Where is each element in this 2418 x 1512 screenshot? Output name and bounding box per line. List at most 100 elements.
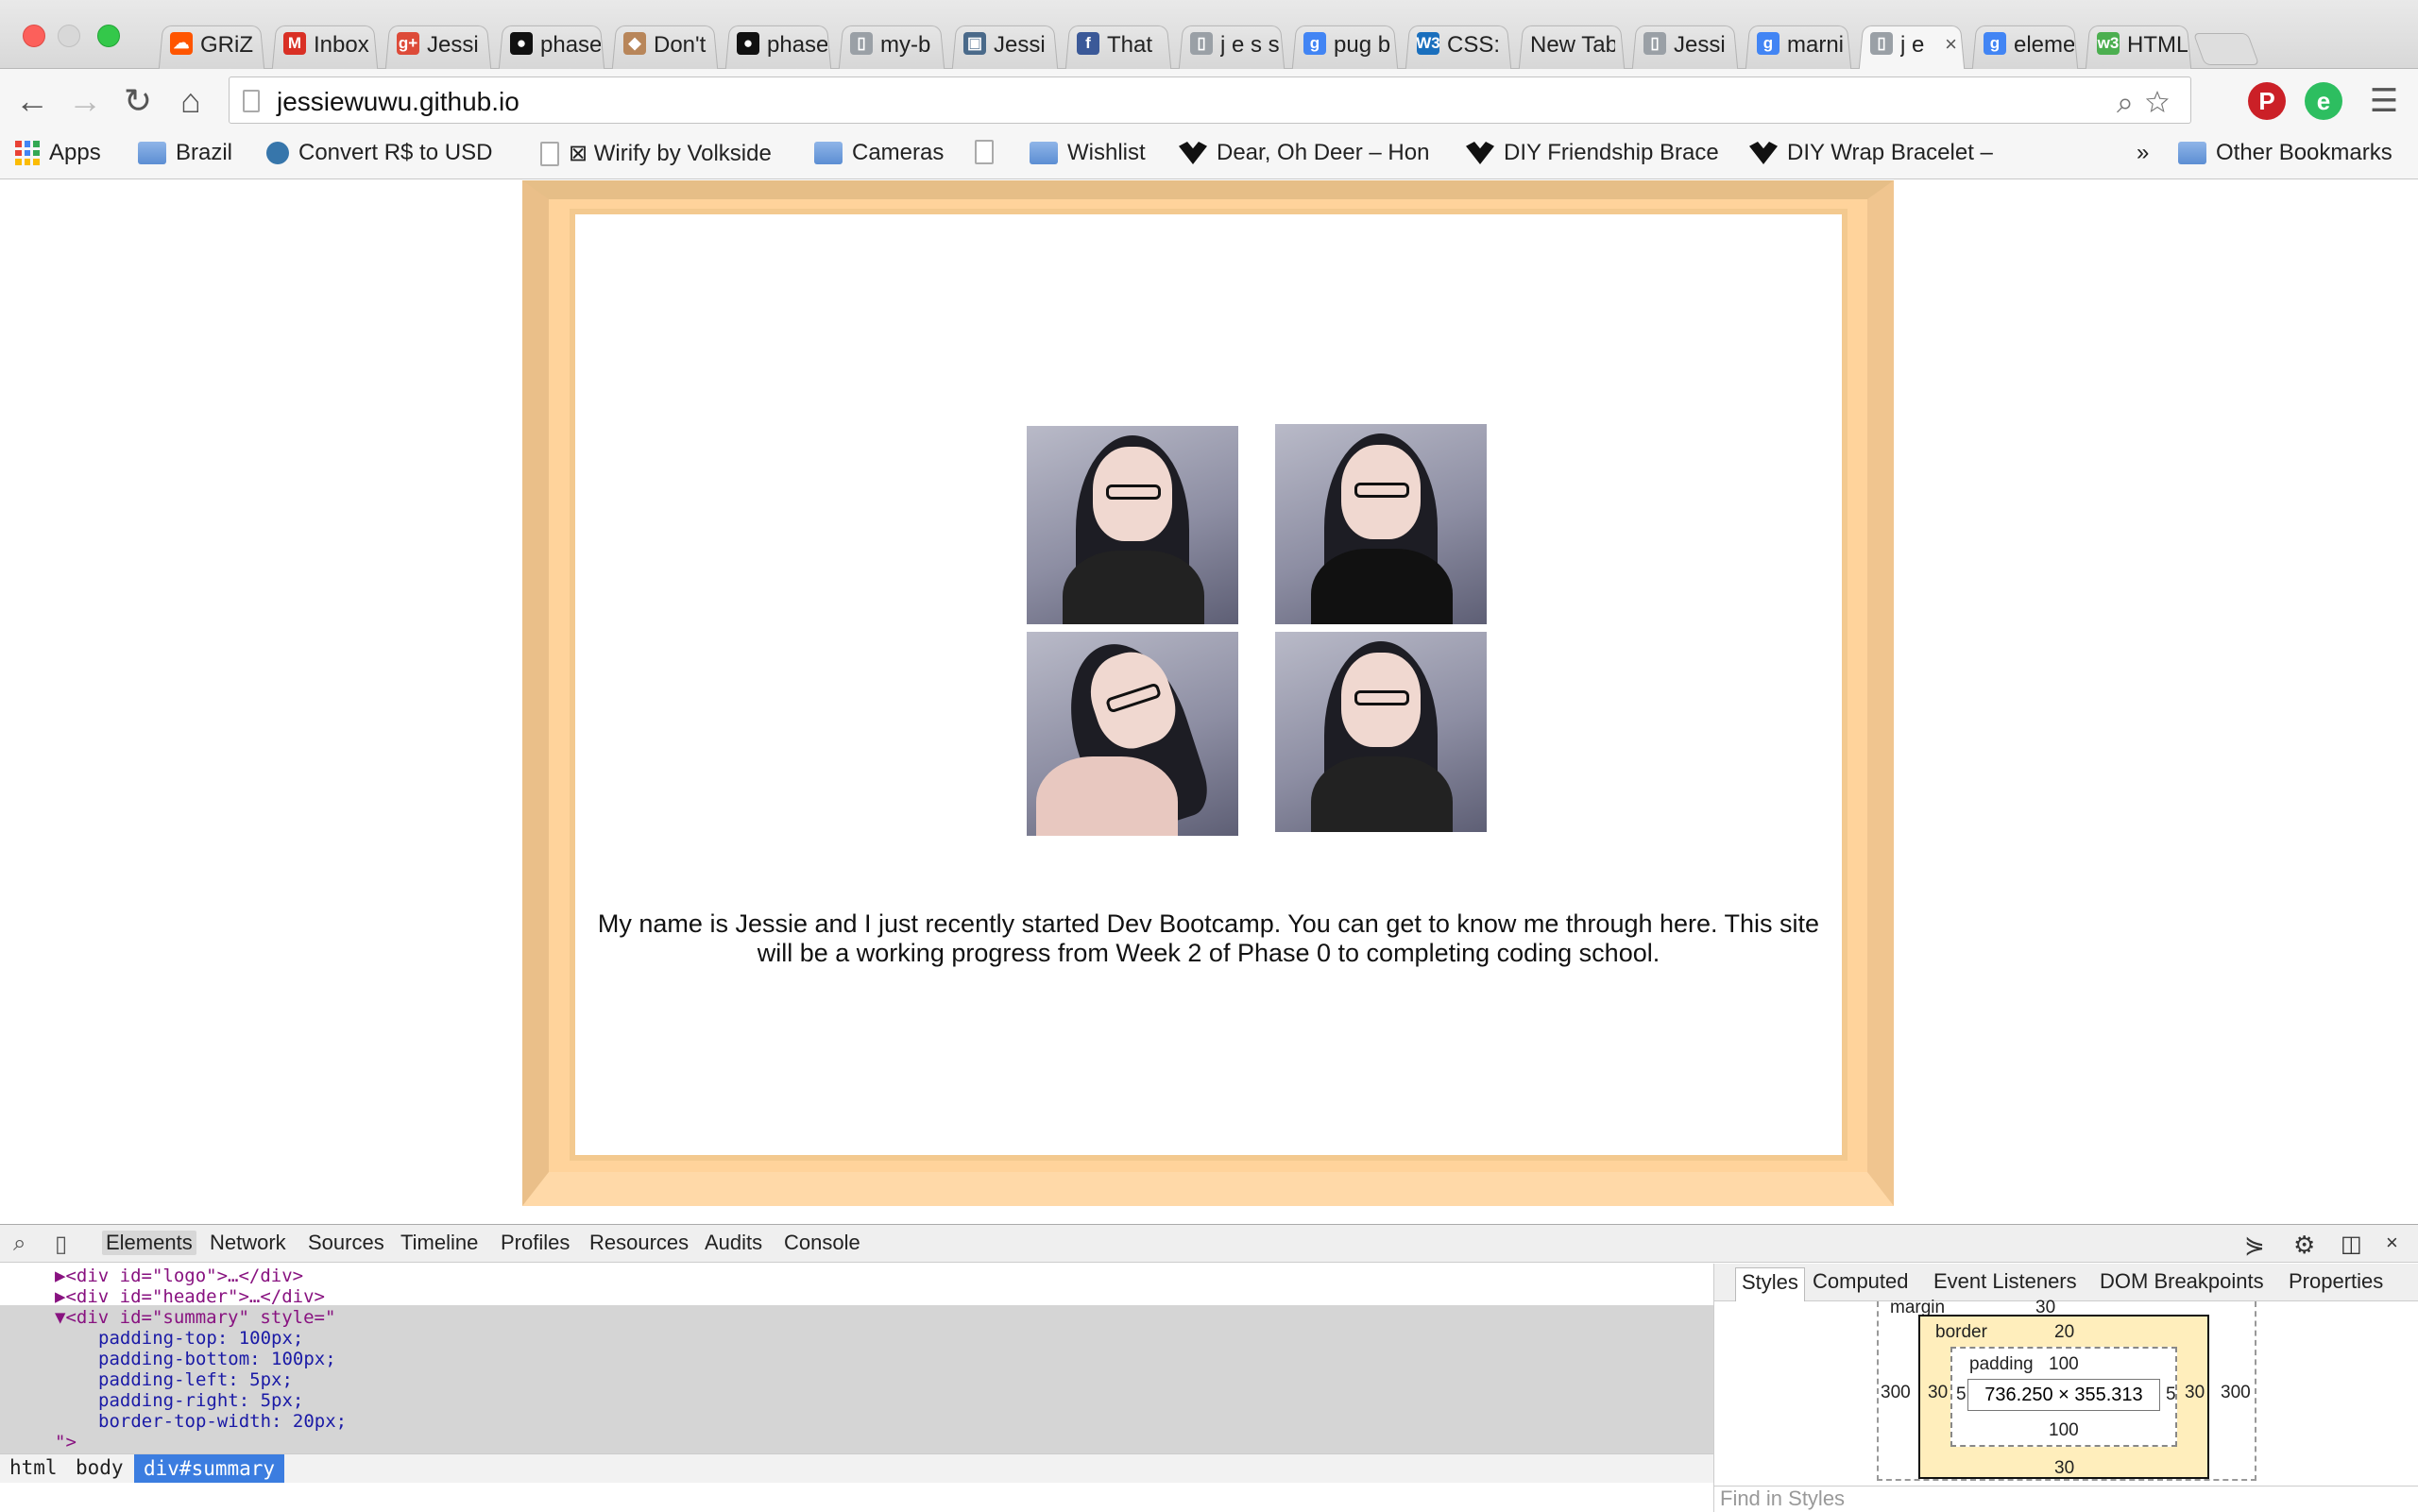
search-icon[interactable]: ⌕ bbox=[2117, 85, 2145, 119]
styles-tab[interactable]: Styles bbox=[1735, 1267, 1805, 1301]
border-top-value[interactable]: 20 bbox=[2054, 1322, 2074, 1343]
browser-tab[interactable]: g marni bbox=[1740, 21, 1857, 69]
browser-tab[interactable]: ◆ Don't bbox=[606, 21, 724, 69]
browser-tab[interactable]: f That bbox=[1060, 21, 1177, 69]
bookmark-label: Convert R$ to USD bbox=[298, 140, 493, 165]
browser-tab[interactable]: New Tab bbox=[1513, 21, 1630, 69]
bookmark-label: Cameras bbox=[852, 140, 945, 165]
browser-tab[interactable]: ▯ Jessi bbox=[1626, 21, 1744, 69]
browser-tab[interactable]: g+ Jessi bbox=[380, 21, 497, 69]
dom-node-line[interactable]: ▶<div id="logo">…</div> bbox=[55, 1266, 303, 1286]
reload-icon[interactable]: ↻ bbox=[119, 82, 157, 120]
devtools-tab[interactable]: Audits bbox=[705, 1231, 762, 1255]
styles-tab[interactable]: DOM Breakpoints bbox=[2100, 1269, 2264, 1294]
dock-icon[interactable]: ◫ bbox=[2341, 1231, 2362, 1258]
browser-tab[interactable]: ● phase bbox=[493, 21, 610, 69]
back-icon[interactable]: ← bbox=[13, 82, 51, 120]
home-icon[interactable]: ⌂ bbox=[172, 82, 210, 120]
browser-tab[interactable]: ▣ Jessi bbox=[946, 21, 1064, 69]
tab-title: my-b bbox=[880, 32, 931, 58]
padding-top-value[interactable]: 100 bbox=[2049, 1354, 2079, 1375]
padding-left-value[interactable]: 5 bbox=[1956, 1385, 1967, 1405]
border-left-value[interactable]: 30 bbox=[1928, 1383, 1948, 1403]
breadcrumb-item[interactable]: body bbox=[76, 1457, 124, 1478]
folder-icon bbox=[2178, 142, 2206, 164]
find-in-styles-input[interactable]: Find in Styles bbox=[1714, 1486, 2418, 1512]
evernote-icon[interactable]: e bbox=[2305, 82, 2342, 120]
leaf-icon bbox=[1466, 142, 1494, 164]
bookmark-item[interactable]: Apps bbox=[15, 140, 101, 166]
console-drawer-icon[interactable]: ⋟ bbox=[2244, 1231, 2265, 1260]
close-window-button[interactable] bbox=[23, 25, 45, 47]
apps-icon bbox=[15, 141, 40, 165]
dom-node-line[interactable]: padding-bottom: 100px; bbox=[98, 1349, 336, 1369]
google-icon: g bbox=[1303, 32, 1326, 55]
styles-tab[interactable]: Computed bbox=[1813, 1269, 1909, 1294]
content-size[interactable]: 736.250 × 355.313 bbox=[1967, 1379, 2160, 1411]
new-tab-button[interactable] bbox=[2192, 33, 2260, 65]
bookmark-item[interactable]: Cameras bbox=[814, 140, 944, 166]
border-bottom-value[interactable]: 30 bbox=[2054, 1458, 2074, 1479]
browser-tab[interactable]: w3 HTML bbox=[2080, 21, 2197, 69]
margin-right-value[interactable]: 300 bbox=[2221, 1383, 2251, 1403]
browser-tab[interactable]: g eleme bbox=[1967, 21, 2084, 69]
tab-title: pug b bbox=[1334, 32, 1391, 58]
close-devtools-icon[interactable]: × bbox=[2386, 1231, 2398, 1255]
devtools-tab[interactable]: Resources bbox=[589, 1231, 689, 1255]
dom-node-line[interactable]: padding-left: 5px; bbox=[98, 1369, 293, 1390]
device-mode-icon[interactable]: ▯ bbox=[55, 1231, 67, 1258]
forward-icon[interactable]: → bbox=[66, 82, 104, 120]
devtools-tab[interactable]: Network bbox=[210, 1231, 286, 1255]
settings-icon[interactable]: ⚙ bbox=[2293, 1231, 2315, 1260]
browser-tab[interactable]: g pug b bbox=[1286, 21, 1404, 69]
dom-node-line[interactable]: ▶<div id="header">…</div> bbox=[55, 1286, 325, 1307]
pinterest-icon[interactable]: P bbox=[2248, 82, 2286, 120]
margin-left-value[interactable]: 300 bbox=[1881, 1383, 1911, 1403]
browser-tab[interactable]: ▯ j e s s bbox=[1173, 21, 1290, 69]
styles-tab[interactable]: Event Listeners bbox=[1933, 1269, 2077, 1294]
w3schools-icon: w3 bbox=[2097, 32, 2120, 55]
inspect-icon[interactable]: ⌕ bbox=[13, 1231, 26, 1257]
browser-tab[interactable]: ☁ GRiZ bbox=[153, 21, 270, 69]
tab-title: New Tab bbox=[1530, 32, 1615, 58]
dom-node-line[interactable]: ▼<div id="summary" style=" bbox=[55, 1307, 335, 1328]
padding-bottom-value[interactable]: 100 bbox=[2049, 1420, 2079, 1441]
breadcrumb-item[interactable]: div#summary bbox=[134, 1454, 285, 1483]
url-text[interactable]: jessiewuwu.github.io bbox=[277, 87, 519, 117]
minimize-window-button[interactable] bbox=[58, 25, 80, 47]
devtools-tab[interactable]: Sources bbox=[308, 1231, 384, 1255]
address-bar[interactable]: jessiewuwu.github.io ⌕☆ bbox=[229, 76, 2191, 124]
bookmark-item[interactable]: Convert R$ to USD bbox=[266, 140, 492, 166]
browser-tab[interactable]: M Inbox bbox=[266, 21, 383, 69]
bookmark-item[interactable]: Brazil bbox=[138, 140, 232, 166]
dom-node-line[interactable]: padding-right: 5px; bbox=[98, 1390, 303, 1411]
bookmark-item[interactable]: Wishlist bbox=[1030, 140, 1146, 166]
devtools-tab[interactable]: Elements bbox=[102, 1231, 196, 1255]
devtools-tab[interactable]: Profiles bbox=[501, 1231, 570, 1255]
star-icon[interactable]: ☆ bbox=[2145, 85, 2181, 119]
devtools-tab[interactable]: Timeline bbox=[400, 1231, 478, 1255]
padding-right-value[interactable]: 5 bbox=[2166, 1385, 2176, 1405]
bookmark-item[interactable]: » bbox=[2137, 140, 2149, 166]
bookmark-item[interactable]: DIY Wrap Bracelet – bbox=[1749, 140, 1993, 166]
bookmark-item[interactable]: ⊠ Wirify by Volkside bbox=[540, 140, 772, 167]
border-right-value[interactable]: 30 bbox=[2185, 1383, 2205, 1403]
breadcrumb-item[interactable]: html bbox=[9, 1457, 58, 1478]
bookmark-label: Other Bookmarks bbox=[2216, 140, 2392, 165]
bookmark-item[interactable]: Other Bookmarks bbox=[2178, 140, 2392, 166]
menu-icon[interactable]: ☰ bbox=[2365, 82, 2403, 120]
bookmark-item[interactable] bbox=[975, 140, 1003, 164]
close-tab-icon[interactable]: × bbox=[1945, 32, 1957, 57]
dom-node-line[interactable]: padding-top: 100px; bbox=[98, 1328, 303, 1349]
styles-tab[interactable]: Properties bbox=[2289, 1269, 2383, 1294]
devtools-tab[interactable]: Console bbox=[784, 1231, 860, 1255]
bookmark-item[interactable]: DIY Friendship Brace bbox=[1466, 140, 1719, 166]
browser-tab[interactable]: W3 CSS: bbox=[1400, 21, 1517, 69]
browser-tab[interactable]: ▯ j e × bbox=[1853, 21, 1970, 69]
bookmark-item[interactable]: Dear, Oh Deer – Hon bbox=[1179, 140, 1429, 166]
browser-tab[interactable]: ▯ my-b bbox=[833, 21, 950, 69]
dom-node-line[interactable]: border-top-width: 20px; bbox=[98, 1411, 347, 1432]
dom-node-line[interactable]: "> bbox=[55, 1432, 77, 1453]
browser-tab[interactable]: ● phase bbox=[720, 21, 837, 69]
zoom-window-button[interactable] bbox=[97, 25, 120, 47]
